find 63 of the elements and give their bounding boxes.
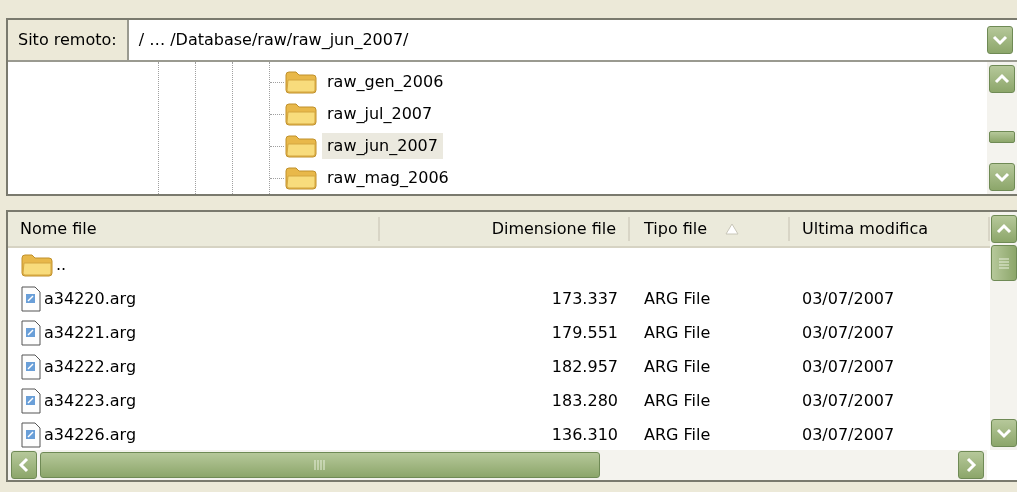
document-icon — [20, 319, 42, 347]
modified-date: 03/07/2007 — [802, 289, 895, 308]
file-type: ARG File — [644, 391, 711, 410]
file-name[interactable]: a34221.arg — [44, 321, 137, 345]
column-header[interactable]: Nome file — [8, 217, 380, 241]
column-header[interactable]: Tipo file — [630, 217, 790, 241]
scroll-thumb[interactable] — [990, 245, 1017, 281]
file-type: ARG File — [644, 323, 711, 342]
file-name[interactable]: a34226.arg — [44, 423, 137, 447]
tree-item[interactable]: raw_jun_2007 — [322, 133, 443, 159]
file-size: 183.280 — [551, 391, 618, 410]
scroll-thumb[interactable] — [989, 131, 1015, 143]
modified-date: 03/07/2007 — [802, 391, 895, 410]
document-icon — [20, 285, 42, 313]
scroll-up-button[interactable] — [989, 65, 1015, 93]
grip-icon — [997, 257, 1010, 269]
folder-icon — [284, 166, 318, 190]
tree-item[interactable]: raw_mag_2006 — [322, 165, 454, 191]
column-header[interactable]: Dimensione file — [380, 217, 630, 241]
folder-icon — [284, 102, 318, 126]
grip-icon — [313, 459, 327, 471]
modified-date: 03/07/2007 — [802, 357, 895, 376]
file-size: 136.310 — [551, 425, 618, 444]
path-field[interactable]: / … /Database/raw/raw_jun_2007/ — [128, 20, 987, 60]
dropdown-button[interactable] — [987, 26, 1013, 54]
document-icon — [20, 387, 42, 415]
address-label: Sito remoto: — [8, 20, 129, 60]
folder-icon — [20, 253, 54, 277]
document-icon — [20, 353, 42, 381]
document-icon — [20, 421, 42, 449]
folder-icon — [284, 70, 318, 94]
chevron-down-icon — [992, 34, 1008, 46]
file-name[interactable]: a34223.arg — [44, 389, 137, 413]
tree-item[interactable]: raw_gen_2006 — [322, 69, 449, 95]
chevron-right-icon — [965, 457, 977, 473]
file-size: 179.551 — [551, 323, 618, 342]
scroll-down-button[interactable] — [990, 419, 1017, 447]
scroll-left-button[interactable] — [11, 451, 37, 479]
modified-date: 03/07/2007 — [802, 425, 895, 444]
file-name[interactable]: a34220.arg — [44, 287, 137, 311]
file-name[interactable]: a34222.arg — [44, 355, 137, 379]
scroll-down-button[interactable] — [989, 163, 1015, 191]
file-size: 182.957 — [551, 357, 618, 376]
vertical-scrollbar[interactable] — [987, 62, 1017, 194]
tree-item[interactable]: raw_jul_2007 — [322, 101, 438, 127]
chevron-left-icon — [18, 457, 30, 473]
scroll-thumb[interactable] — [40, 452, 600, 478]
vertical-scrollbar[interactable] — [990, 212, 1017, 450]
scroll-right-button[interactable] — [958, 451, 984, 479]
chevron-down-icon — [995, 427, 1012, 439]
modified-date: 03/07/2007 — [802, 323, 895, 342]
file-size: 173.337 — [551, 289, 618, 308]
chevron-up-icon — [995, 223, 1012, 235]
horizontal-scrollbar[interactable] — [8, 450, 987, 480]
file-type: ARG File — [644, 289, 711, 308]
chevron-down-icon — [994, 171, 1010, 183]
chevron-up-icon — [994, 73, 1010, 85]
file-type: ARG File — [644, 425, 711, 444]
folder-icon — [284, 134, 318, 158]
sort-ascending-icon — [725, 223, 740, 235]
file-type: ARG File — [644, 357, 711, 376]
file-name[interactable]: .. — [56, 253, 67, 277]
scroll-up-button[interactable] — [990, 215, 1017, 243]
